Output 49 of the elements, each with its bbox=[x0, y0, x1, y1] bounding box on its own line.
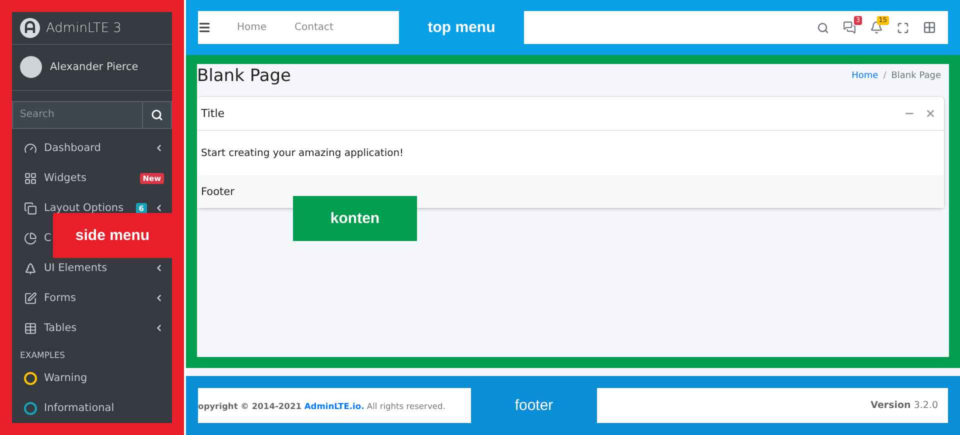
card-footer: Footer bbox=[197, 175, 944, 208]
fullscreen-icon[interactable] bbox=[897, 22, 909, 34]
nav-link[interactable]: Contact bbox=[294, 22, 334, 33]
user-avatar bbox=[20, 56, 42, 78]
section-header: EXAMPLES bbox=[19, 350, 66, 363]
page-title: Blank Page bbox=[197, 66, 291, 86]
close-icon[interactable] bbox=[925, 108, 936, 119]
chevron-icon bbox=[154, 293, 164, 303]
sidebar-item[interactable]: Forms bbox=[12, 283, 172, 313]
search-icon[interactable] bbox=[817, 22, 829, 34]
menu-item-icon bbox=[24, 142, 37, 154]
card-body-text: Start creating your amazing application! bbox=[200, 146, 405, 160]
sidebar-item[interactable]: C bbox=[12, 223, 52, 253]
footer-link[interactable]: AdminLTE.io. bbox=[304, 400, 364, 410]
copyright-text: opyright © 2014-2021 AdminLTE.io. All rights reserved. bbox=[198, 400, 446, 410]
sidebar-item[interactable]: Tables bbox=[12, 313, 172, 343]
menu-item-icon bbox=[24, 202, 37, 214]
card-title: Title bbox=[201, 107, 225, 120]
menu-item-icon bbox=[24, 292, 37, 304]
breadcrumb-current: Blank Page bbox=[891, 71, 941, 81]
chevron-icon bbox=[154, 203, 164, 213]
top-menu-label: top menu bbox=[426, 19, 496, 36]
footer-label: footer bbox=[514, 397, 554, 414]
search-field[interactable]: Search bbox=[12, 100, 172, 129]
version-text: Version 3.2.0 bbox=[870, 400, 938, 411]
sidebar-item[interactable]: Informational bbox=[12, 393, 172, 423]
sidebar-item[interactable]: Dashboard bbox=[12, 133, 172, 163]
breadcrumb-link[interactable]: Home bbox=[852, 71, 878, 81]
logo-icon bbox=[20, 18, 40, 38]
chevron-icon bbox=[154, 323, 164, 333]
search-input[interactable]: Search bbox=[13, 102, 142, 128]
menu-icon[interactable] bbox=[198, 21, 211, 34]
chat-icon[interactable] bbox=[843, 21, 856, 34]
chevron-icon bbox=[154, 263, 164, 273]
menu-item-icon bbox=[24, 172, 37, 184]
chevron-icon bbox=[154, 143, 164, 153]
content-label: konten bbox=[293, 196, 417, 241]
menu-item-icon bbox=[24, 262, 37, 274]
grid-icon[interactable] bbox=[923, 21, 936, 34]
search-icon bbox=[151, 108, 163, 121]
menu-item-icon bbox=[24, 232, 37, 244]
breadcrumb-separator: / bbox=[883, 71, 886, 81]
nav-link[interactable]: Home bbox=[237, 22, 267, 33]
sidebar-item[interactable]: Warning bbox=[12, 363, 172, 393]
bell-icon[interactable] bbox=[870, 21, 883, 34]
side-menu-label: side menu bbox=[53, 213, 172, 258]
user-name[interactable]: Alexander Pierce bbox=[50, 61, 138, 74]
menu-item-icon bbox=[24, 322, 37, 334]
brand-name: AdminLTE 3 bbox=[46, 20, 122, 36]
